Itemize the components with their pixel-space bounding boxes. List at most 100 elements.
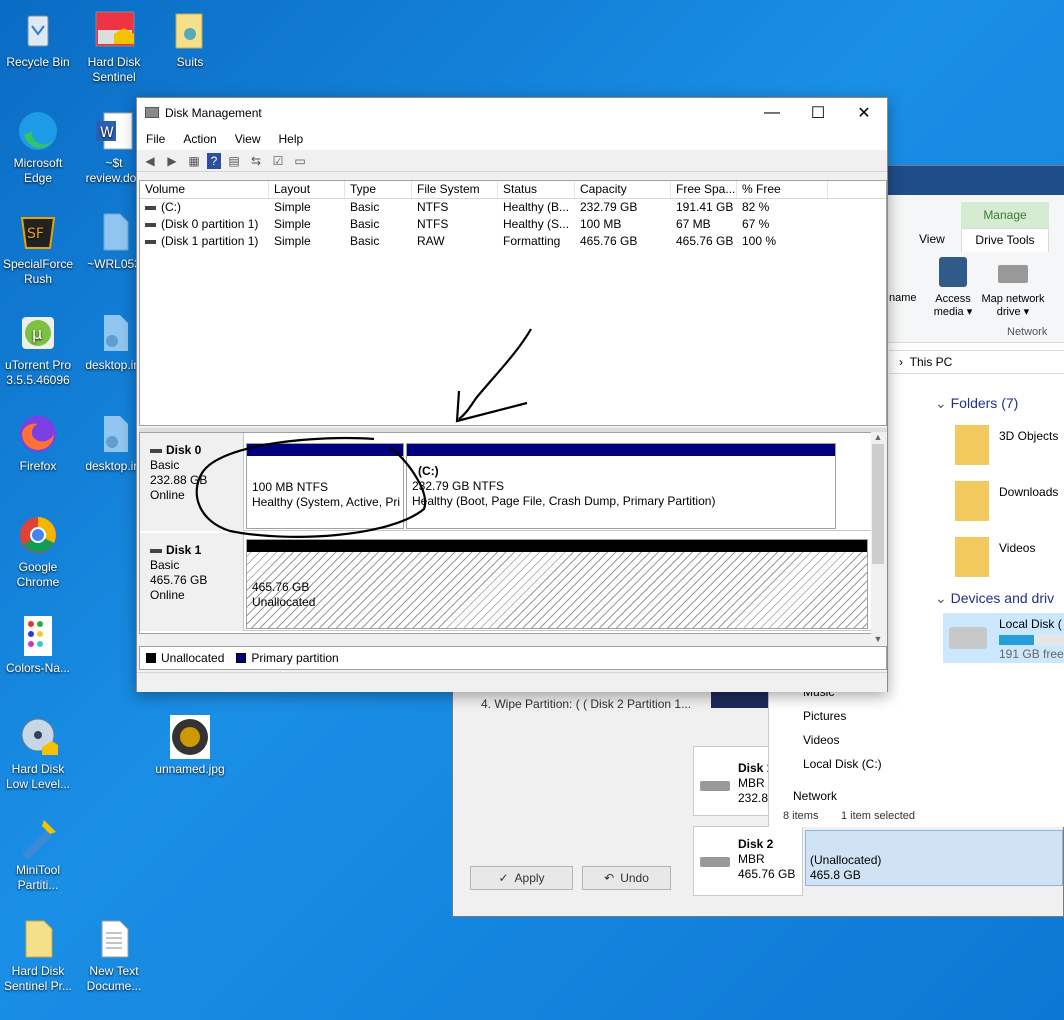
disk2-card[interactable]: Disk 2 MBR 465.76 GB xyxy=(693,826,803,896)
desktop-icon-specialforce[interactable]: SF SpecialForce Rush xyxy=(0,210,76,287)
desktop-icon-recycle-bin[interactable]: Recycle Bin xyxy=(0,8,76,70)
maximize-button[interactable]: ☐ xyxy=(795,98,841,128)
address-bar[interactable]: › This PC xyxy=(889,350,1064,374)
scroll-down-icon[interactable]: ▼ xyxy=(871,634,885,644)
volume-cell: RAW xyxy=(417,234,445,248)
rename-button-label[interactable]: name xyxy=(889,292,917,304)
settings-panel-icon[interactable]: ▭ xyxy=(291,153,309,169)
desktop-icon-utorrent[interactable]: µ uTorrent Pro 3.5.5.46096 xyxy=(0,311,76,388)
back-arrow-icon[interactable]: ◀ xyxy=(141,153,159,169)
disk-type: Basic xyxy=(150,558,180,572)
media-icon xyxy=(939,257,967,287)
disk1-label[interactable]: Disk 1 Basic 465.76 GB Online xyxy=(140,533,244,631)
menu-view[interactable]: View xyxy=(226,132,270,146)
disk-state: Online xyxy=(150,588,185,602)
volume-cell: 100 % xyxy=(742,234,777,248)
col-free-space[interactable]: Free Spa... xyxy=(671,181,737,198)
status-bar xyxy=(137,672,887,692)
pending-operation: 4. Wipe Partition: ( ( Disk 2 Partition … xyxy=(481,697,692,711)
chrome-icon xyxy=(16,513,60,557)
undo-button[interactable]: ↶ Undo xyxy=(582,866,671,890)
disk-icon xyxy=(150,548,162,553)
desktop-icon-unnamed-jpg[interactable]: unnamed.jpg xyxy=(152,715,228,777)
minimize-button[interactable]: — xyxy=(749,98,795,128)
connect-icon[interactable]: ⇆ xyxy=(247,153,265,169)
nav-item-network[interactable]: Network xyxy=(793,789,837,803)
forward-arrow-icon[interactable]: ▶ xyxy=(163,153,181,169)
menu-file[interactable]: File xyxy=(137,132,174,146)
drive-tools-tab[interactable]: Drive Tools xyxy=(961,228,1049,252)
desktop-icon-edge[interactable]: Microsoft Edge xyxy=(0,109,76,186)
nav-label: Pictures xyxy=(803,709,847,723)
disk0-system-partition[interactable]: 100 MB NTFS Healthy (System, Active, Pri xyxy=(246,443,404,529)
menu-help[interactable]: Help xyxy=(270,132,313,146)
folder-downloads[interactable]: Downloads xyxy=(955,479,1064,523)
nav-pane: Music Pictures Videos Local Disk (C:) Ne… xyxy=(769,679,909,813)
apply-label: Apply xyxy=(514,871,545,885)
folder-3d-objects[interactable]: 3D Objects xyxy=(955,423,1064,467)
check-task-icon[interactable]: ☑ xyxy=(269,153,287,169)
devices-header[interactable]: ⌄ Devices and driv xyxy=(935,590,1054,607)
volume-row[interactable]: (Disk 0 partition 1) Simple Basic NTFS Healt… xyxy=(140,216,886,233)
nav-item-pictures[interactable]: Pictures xyxy=(803,709,846,723)
disk2-unallocated-partition[interactable]: (Unallocated) 465.8 GB xyxy=(805,830,1063,886)
vertical-scrollbar[interactable]: ▲ ▼ xyxy=(871,432,885,646)
close-button[interactable]: ✕ xyxy=(841,98,887,128)
nav-item-videos[interactable]: Videos xyxy=(803,733,839,747)
disk-type: MBR xyxy=(738,852,765,866)
col-type[interactable]: Type xyxy=(345,181,412,198)
desktop-icon-hds-pro[interactable]: Hard Disk Sentinel Pr... xyxy=(0,917,76,994)
hard-disk-tool-icon xyxy=(16,715,60,759)
col-status[interactable]: Status xyxy=(498,181,575,198)
word-document-icon: W xyxy=(92,109,136,153)
folder-icon xyxy=(955,425,989,465)
volume-list-header: Volume Layout Type File System Status Ca… xyxy=(140,181,886,199)
col-capacity[interactable]: Capacity xyxy=(575,181,671,198)
desktop-icon-minitool[interactable]: MiniTool Partiti... xyxy=(0,816,76,893)
volume-row[interactable]: (C:) Simple Basic NTFS Healthy (B... 232.79 G… xyxy=(140,199,886,216)
partition-size: 465.76 GB xyxy=(252,580,310,594)
access-media-button[interactable]: Access media ▾ xyxy=(933,257,973,319)
window-title: Disk Management xyxy=(165,106,262,120)
col-percent-free[interactable]: % Free xyxy=(737,181,828,198)
disk1-unallocated[interactable]: 465.76 GB Unallocated xyxy=(246,539,868,629)
free-space-label: 191 GB free xyxy=(999,647,1064,661)
icon-label: Microsoft Edge xyxy=(13,156,63,185)
desktop-icon-hard-disk-sentinel[interactable]: Hard Disk Sentinel xyxy=(76,8,152,85)
volume-row[interactable]: (Disk 1 partition 1) Simple Basic RAW Format… xyxy=(140,233,886,250)
disk0-label[interactable]: Disk 0 Basic 232.88 GB Online xyxy=(140,433,244,531)
help-icon[interactable]: ? xyxy=(207,152,221,169)
volume-cell: 67 % xyxy=(742,217,770,231)
partition-size: 465.8 GB xyxy=(810,868,861,882)
local-disk-label: Local Disk ( xyxy=(999,617,1062,631)
desktop-icon-chrome[interactable]: Google Chrome xyxy=(0,513,76,590)
properties-icon[interactable]: ▤ xyxy=(225,153,243,169)
desktop-icon-suits[interactable]: Suits xyxy=(152,8,228,70)
disk0-c-partition[interactable]: (C:) 232.79 GB NTFS Healthy (Boot, Page … xyxy=(406,443,836,529)
col-layout[interactable]: Layout xyxy=(269,181,345,198)
desktop-icon-colors[interactable]: Colors-Na... xyxy=(0,614,76,676)
nav-item-local-disk[interactable]: Local Disk (C:) xyxy=(803,757,882,771)
undo-label: Undo xyxy=(620,871,649,885)
menu-action[interactable]: Action xyxy=(174,132,225,146)
volume-cell: Simple xyxy=(274,200,311,214)
scroll-up-icon[interactable]: ▲ xyxy=(871,432,885,442)
view-tab[interactable]: View xyxy=(919,232,945,246)
col-volume[interactable]: Volume xyxy=(140,181,269,198)
icon-label: uTorrent Pro 3.5.5.46096 xyxy=(4,358,72,387)
local-disk-tile[interactable]: Local Disk ( 191 GB free xyxy=(943,613,1064,663)
desktop-icon-hd-low-level[interactable]: Hard Disk Low Level... xyxy=(0,715,76,792)
col-file-system[interactable]: File System xyxy=(412,181,498,198)
apply-button[interactable]: ✓ Apply xyxy=(470,866,573,890)
icon-label: New Text Docume... xyxy=(86,964,142,993)
console-tree-icon[interactable]: ▦ xyxy=(185,153,203,169)
desktop-icon-new-text[interactable]: New Text Docume... xyxy=(76,917,152,994)
map-network-drive-button[interactable]: Map network drive ▾ xyxy=(975,257,1051,319)
scroll-thumb[interactable] xyxy=(872,444,884,564)
folders-header[interactable]: ⌄ Folders (7) xyxy=(935,395,1018,412)
desktop-icon-firefox[interactable]: Firefox xyxy=(0,412,76,474)
devices-header-label: Devices and driv xyxy=(950,590,1055,606)
manage-tab[interactable]: Manage xyxy=(961,202,1049,228)
folder-videos[interactable]: Videos xyxy=(955,535,1064,579)
icon-label: Colors-Na... xyxy=(5,661,70,675)
